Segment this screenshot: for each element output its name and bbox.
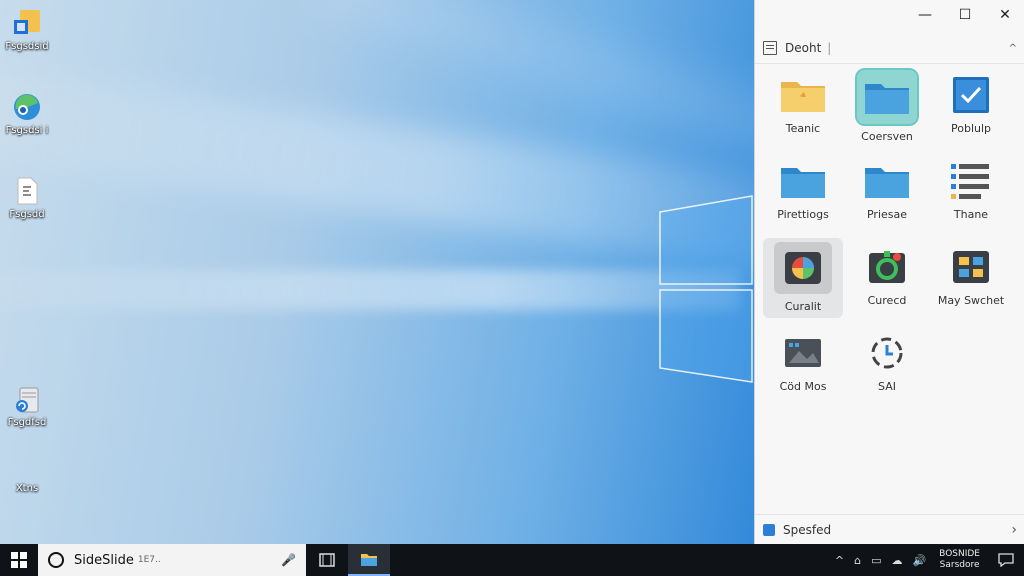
minimize-button[interactable]: — xyxy=(905,0,945,30)
tile-label: Teanic xyxy=(785,122,821,135)
green-app-icon xyxy=(863,246,911,288)
close-button[interactable]: ✕ xyxy=(985,0,1024,30)
tile-label: Curecd xyxy=(867,294,907,307)
microphone-icon[interactable]: 🎤 xyxy=(281,553,296,567)
tile-poblulp[interactable]: Poblulp xyxy=(931,66,1011,146)
tile-sai[interactable]: SAI xyxy=(847,324,927,404)
search-icon xyxy=(48,552,64,568)
text-cursor-icon: | xyxy=(827,41,832,55)
side-panel-window: — ☐ ✕ Deoht | ^ Teanic Coersven Poblulp xyxy=(754,0,1024,544)
folder-yellow-icon xyxy=(779,74,827,116)
task-view-icon xyxy=(319,553,335,567)
task-view-button[interactable] xyxy=(306,544,348,576)
tile-priesae[interactable]: Priesae xyxy=(847,152,927,232)
cloud-icon[interactable]: ☁ xyxy=(886,554,907,567)
desktop-icon-5[interactable]: Xtns xyxy=(4,470,50,495)
tile-thane[interactable]: Thane xyxy=(931,152,1011,232)
desktop-icon-3[interactable]: Fsgsdd xyxy=(4,176,50,221)
desktop-icon-1[interactable]: Fsgsdsid xyxy=(4,8,50,53)
tile-label: Pirettiogs xyxy=(777,208,829,221)
desktop-icon-label: Fsgsdsid xyxy=(5,41,49,52)
folder-blue-icon xyxy=(779,160,827,202)
tile-teanic[interactable]: Teanic xyxy=(763,66,843,146)
tile-curalit[interactable]: Curalit xyxy=(763,238,843,318)
tile-label: May Swchet xyxy=(937,294,1005,307)
desktop-icon-label: Xtns xyxy=(15,483,39,494)
windows-wallpaper-logo xyxy=(659,195,753,383)
checkbox-icon xyxy=(947,74,995,116)
tile-coersven[interactable]: Coersven xyxy=(847,66,927,146)
system-tray: ^ ⌂ ▭ ☁ 🔊 BOSNIDE Sarsdore xyxy=(830,544,1024,576)
notification-button[interactable] xyxy=(988,544,1024,576)
volume-icon[interactable]: 🔊 xyxy=(907,554,931,567)
recycle-bin-icon xyxy=(12,384,42,414)
desktop-icon-label: Fsgdfsd xyxy=(7,417,47,428)
taskbar-search-box[interactable]: SideSlide 1E7.. 🎤 xyxy=(38,544,306,576)
file-explorer-taskbar-button[interactable] xyxy=(348,544,390,576)
panel-footer[interactable]: Spesfed › xyxy=(763,518,1017,542)
search-text: SideSlide xyxy=(74,552,134,568)
media-app-icon xyxy=(779,332,827,374)
panel-footer-title: Spesfed xyxy=(783,523,832,537)
maximize-button[interactable]: ☐ xyxy=(945,0,985,30)
document-icon xyxy=(12,176,42,206)
window-controls: — ☐ ✕ xyxy=(905,0,1024,30)
start-button[interactable] xyxy=(0,544,38,576)
taskbar: SideSlide 1E7.. 🎤 ^ ⌂ ▭ ☁ 🔊 BOSNIDE Sars… xyxy=(0,544,1024,576)
desktop-icon-2[interactable]: Fsgsdsi i xyxy=(4,92,50,137)
tile-cod-mos[interactable]: Cöd Mos xyxy=(763,324,843,404)
footer-app-icon xyxy=(763,524,775,536)
panel-header-title: Deoht xyxy=(785,41,822,55)
tile-label: Coersven xyxy=(861,130,913,143)
palette-app-icon xyxy=(774,242,832,294)
clock-date: Sarsdore xyxy=(939,560,980,570)
tile-may-swchet[interactable]: May Swchet xyxy=(931,238,1011,318)
grid-app-icon xyxy=(947,246,995,288)
notification-icon xyxy=(998,553,1014,567)
chevron-up-icon[interactable]: ^ xyxy=(1009,43,1017,54)
tile-label: Priesae xyxy=(866,208,908,221)
folder-blue-icon xyxy=(863,160,911,202)
tile-label: Cöd Mos xyxy=(779,380,827,393)
battery-icon[interactable]: ▭ xyxy=(866,554,886,567)
tile-curecd[interactable]: Curecd xyxy=(847,238,927,318)
panel-header[interactable]: Deoht | ^ xyxy=(763,36,1017,60)
tile-label: SAI xyxy=(878,380,896,393)
sync-icon xyxy=(863,332,911,374)
chevron-right-icon[interactable]: › xyxy=(1011,522,1017,538)
tile-label: Poblulp xyxy=(950,122,992,135)
tile-pirettiogs[interactable]: Pirettiogs xyxy=(763,152,843,232)
clock[interactable]: BOSNIDE Sarsdore xyxy=(931,549,988,571)
folder-blue-icon xyxy=(855,68,919,126)
list-icon xyxy=(947,160,995,202)
clock-time: BOSNIDE xyxy=(939,549,980,559)
desktop-icon-label: Fsgsdsi i xyxy=(5,125,49,136)
desktop-icon-label: Fsgsdd xyxy=(9,209,45,220)
folder-app-icon xyxy=(12,8,42,38)
show-hidden-icons-icon[interactable]: ^ xyxy=(830,554,849,567)
edge-browser-icon xyxy=(12,92,42,122)
desktop-icon-4[interactable]: Fsgdfsd xyxy=(4,384,50,429)
shortcut-icon xyxy=(12,470,42,480)
file-explorer-icon xyxy=(361,554,377,566)
panel-menu-icon xyxy=(763,41,777,55)
tile-label: Thane xyxy=(953,208,989,221)
search-subtext: 1E7.. xyxy=(137,555,161,565)
tile-label: Curalit xyxy=(784,300,822,313)
windows-start-icon xyxy=(11,552,27,568)
network-icon[interactable]: ⌂ xyxy=(849,554,866,567)
